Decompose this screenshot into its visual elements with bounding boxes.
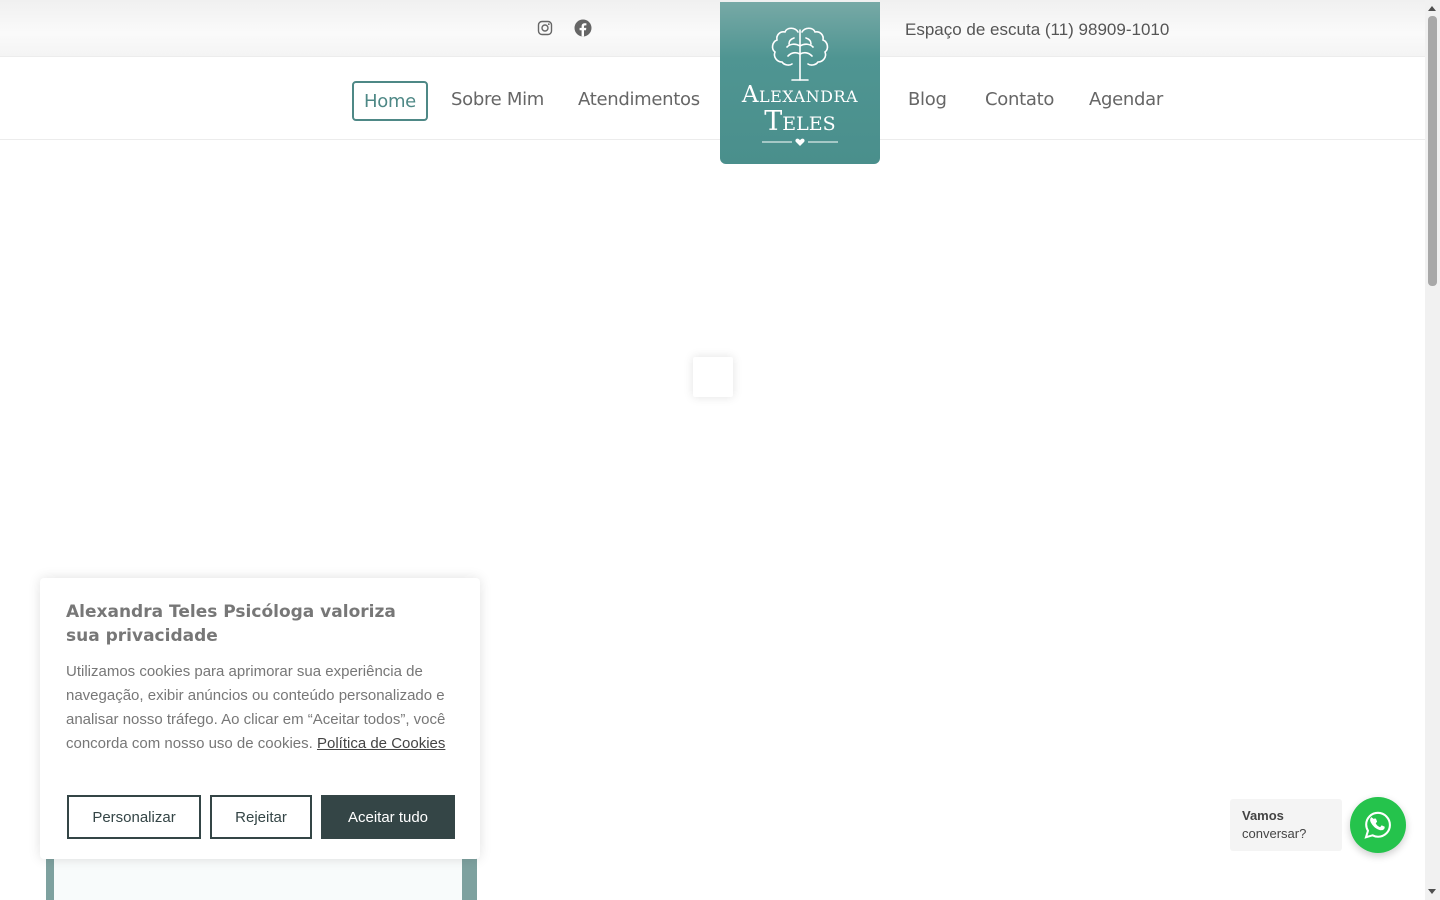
accept-all-button[interactable]: Aceitar tudo — [321, 795, 455, 839]
cookie-text-block: Utilizamos cookies para aprimorar sua ex… — [66, 660, 456, 756]
nav-item-contato[interactable]: Contato — [975, 81, 1064, 121]
customize-button[interactable]: Personalizar — [67, 795, 201, 839]
site-logo[interactable]: Alexandra Teles — [720, 2, 880, 164]
logo-name-line2: Teles — [764, 106, 836, 137]
nav-item-atendimentos[interactable]: Atendimentos — [568, 81, 710, 121]
phone-contact-text: Espaço de escuta (11) 98909-1010 — [905, 20, 1170, 39]
whatsapp-prompt-line2: conversar? — [1242, 826, 1307, 841]
facebook-icon[interactable] — [573, 18, 593, 38]
loading-spinner — [693, 357, 733, 397]
brain-tree-icon — [771, 27, 829, 81]
scroll-down-arrow[interactable] — [1428, 889, 1436, 894]
page-scrollbar[interactable] — [1425, 0, 1440, 900]
nav-item-home[interactable]: Home — [352, 81, 428, 121]
cookie-title: Alexandra Teles Psicóloga valoriza sua p… — [66, 602, 396, 646]
cookie-policy-link[interactable]: Política de Cookies — [317, 735, 445, 752]
main-nav: Home Sobre Mim Atendimentos Blog Contato… — [0, 57, 1425, 140]
scroll-up-arrow[interactable] — [1428, 6, 1436, 11]
cookie-buttons: Personalizar Rejeitar Aceitar tudo — [67, 795, 455, 839]
whatsapp-prompt-bubble[interactable]: Vamos conversar? — [1230, 799, 1342, 851]
nav-item-blog[interactable]: Blog — [898, 81, 957, 121]
whatsapp-chat-button[interactable] — [1350, 797, 1406, 853]
nav-item-sobre-mim[interactable]: Sobre Mim — [441, 81, 554, 121]
reject-button[interactable]: Rejeitar — [210, 795, 312, 839]
heart-ornament-icon — [762, 138, 838, 146]
whatsapp-icon — [1364, 811, 1391, 839]
cookie-consent-dialog: Alexandra Teles Psicóloga valoriza sua p… — [40, 578, 480, 859]
scroll-thumb[interactable] — [1428, 16, 1437, 286]
top-bar: Espaço de escuta (11) 98909-1010 — [0, 0, 1425, 57]
nav-item-agendar[interactable]: Agendar — [1079, 81, 1173, 121]
whatsapp-prompt-line1: Vamos — [1242, 808, 1284, 823]
instagram-icon[interactable] — [535, 18, 555, 38]
logo-name-line1: Alexandra — [741, 82, 859, 108]
